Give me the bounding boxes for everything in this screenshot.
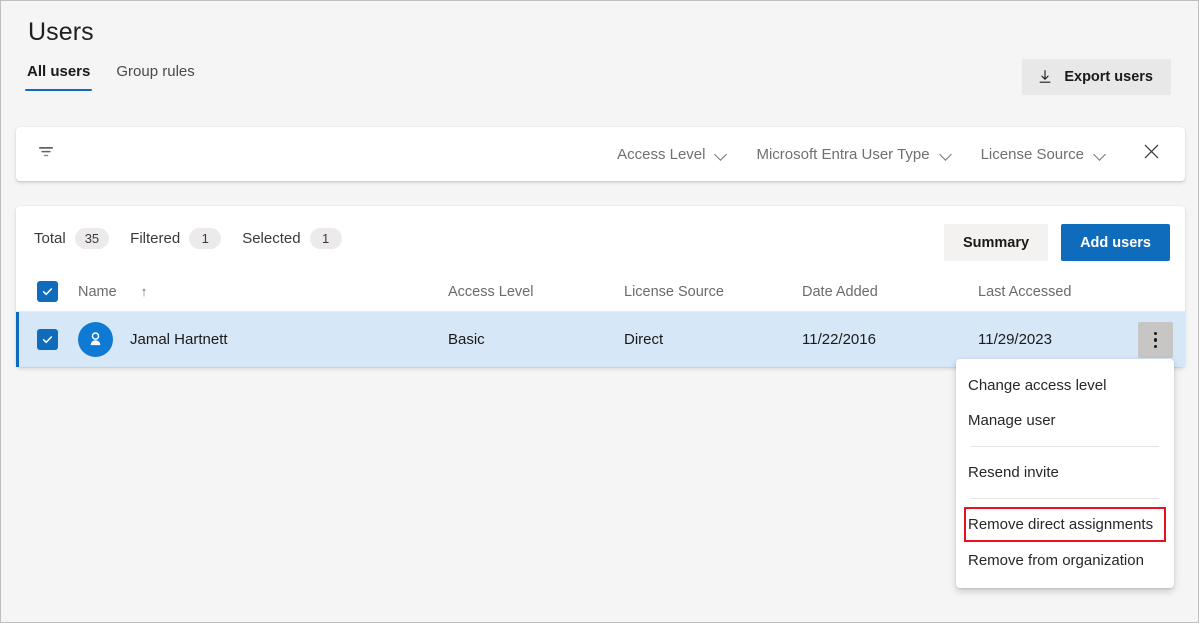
- tab-bar: All users Group rules: [25, 63, 197, 91]
- filter-entra-user-type-label: Microsoft Entra User Type: [756, 146, 929, 163]
- menu-divider: [971, 498, 1159, 499]
- sort-ascending-icon: ↑: [141, 284, 148, 299]
- stat-total-value: 35: [75, 228, 109, 249]
- kebab-dot: [1154, 338, 1158, 342]
- page-title: Users: [28, 18, 94, 47]
- stat-selected-label: Selected: [242, 230, 300, 247]
- table-header-row: Name ↑ Access Level License Source Date …: [16, 272, 1185, 312]
- chevron-down-icon: [715, 150, 728, 158]
- filter-license-source-label: License Source: [981, 146, 1084, 163]
- row-access-level: Basic: [448, 331, 624, 348]
- column-header-access-level[interactable]: Access Level: [448, 284, 624, 300]
- stat-filtered-label: Filtered: [130, 230, 180, 247]
- filter-dropdowns: Access Level Microsoft Entra User Type L…: [603, 127, 1169, 181]
- stat-selected: Selected 1: [242, 228, 341, 249]
- filter-icon[interactable]: [37, 145, 55, 164]
- row-checkbox[interactable]: [37, 329, 58, 350]
- menu-divider: [971, 446, 1159, 447]
- tab-all-users[interactable]: All users: [25, 63, 92, 91]
- column-header-name[interactable]: Name ↑: [78, 284, 448, 300]
- menu-item-change-access-level[interactable]: Change access level: [956, 368, 1174, 403]
- filter-bar: Access Level Microsoft Entra User Type L…: [16, 127, 1185, 181]
- stat-filtered: Filtered 1: [130, 228, 221, 249]
- row-select-cell: [16, 329, 78, 350]
- chevron-down-icon: [940, 150, 953, 158]
- tab-group-rules-label: Group rules: [116, 63, 194, 80]
- row-user-name: Jamal Hartnett: [130, 331, 228, 348]
- menu-item-resend-invite[interactable]: Resend invite: [956, 455, 1174, 490]
- filter-access-level-label: Access Level: [617, 146, 705, 163]
- row-more-actions-button[interactable]: [1138, 322, 1173, 358]
- filter-access-level[interactable]: Access Level: [603, 139, 742, 170]
- table-stats: Total 35 Filtered 1 Selected 1: [34, 228, 352, 249]
- menu-item-manage-user-label: Manage user: [968, 412, 1056, 429]
- row-date-added: 11/22/2016: [802, 331, 978, 348]
- row-context-menu: Change access level Manage user Resend i…: [956, 359, 1174, 588]
- tab-all-users-label: All users: [27, 63, 90, 80]
- select-all-checkbox[interactable]: [37, 281, 58, 302]
- clear-filters-button[interactable]: [1133, 136, 1169, 172]
- export-users-button[interactable]: Export users: [1022, 59, 1171, 95]
- menu-item-remove-direct-assignments-label: Remove direct assignments: [968, 516, 1153, 533]
- menu-item-manage-user[interactable]: Manage user: [956, 403, 1174, 438]
- stat-total-label: Total: [34, 230, 66, 247]
- filter-license-source[interactable]: License Source: [967, 139, 1121, 170]
- summary-button[interactable]: Summary: [944, 224, 1048, 261]
- column-header-date-added[interactable]: Date Added: [802, 284, 978, 300]
- kebab-dot: [1154, 332, 1158, 336]
- select-all-cell: [16, 281, 78, 302]
- row-name-cell: Jamal Hartnett: [78, 322, 448, 357]
- column-header-name-label: Name: [78, 284, 117, 300]
- menu-item-change-access-level-label: Change access level: [968, 377, 1106, 394]
- stat-total: Total 35: [34, 228, 109, 249]
- tab-group-rules[interactable]: Group rules: [114, 63, 196, 91]
- menu-item-remove-from-organization-label: Remove from organization: [968, 552, 1144, 569]
- menu-item-resend-invite-label: Resend invite: [968, 464, 1059, 481]
- add-users-button[interactable]: Add users: [1061, 224, 1170, 261]
- column-header-license-source[interactable]: License Source: [624, 284, 802, 300]
- column-header-last-accessed[interactable]: Last Accessed: [978, 284, 1185, 300]
- filter-entra-user-type[interactable]: Microsoft Entra User Type: [742, 139, 966, 170]
- stat-filtered-value: 1: [189, 228, 221, 249]
- stat-selected-value: 1: [310, 228, 342, 249]
- person-avatar-icon: [78, 322, 113, 357]
- kebab-dot: [1154, 345, 1158, 349]
- row-license-source: Direct: [624, 331, 802, 348]
- close-icon: [1143, 143, 1160, 165]
- users-page: Users All users Group rules Export users: [0, 0, 1199, 623]
- users-table-card: Total 35 Filtered 1 Selected 1 Summary A…: [16, 206, 1185, 367]
- menu-item-remove-from-organization[interactable]: Remove from organization: [956, 543, 1174, 578]
- table-actions: Summary Add users: [944, 224, 1170, 261]
- export-users-label: Export users: [1064, 69, 1153, 85]
- menu-item-remove-direct-assignments[interactable]: Remove direct assignments: [964, 507, 1166, 542]
- chevron-down-icon: [1094, 150, 1107, 158]
- download-icon: [1037, 69, 1053, 85]
